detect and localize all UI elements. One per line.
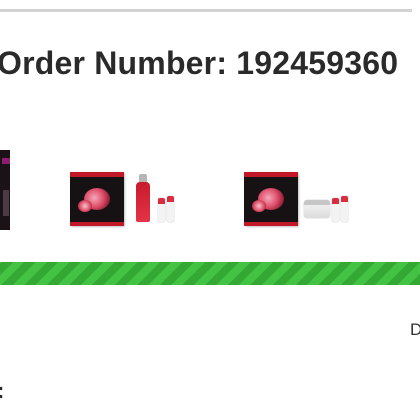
order-number-heading: Order Number: 192459360	[0, 45, 399, 81]
gift-box-band	[70, 172, 124, 177]
gift-box	[70, 172, 124, 226]
gift-box-band	[244, 172, 298, 177]
cream-jar-icon	[304, 200, 330, 218]
gift-box-band	[244, 222, 298, 226]
serum-bottle-icon	[136, 174, 150, 222]
top-divider	[0, 9, 412, 12]
product-image-3[interactable]	[240, 168, 358, 230]
tube-icon	[341, 196, 348, 222]
product-box-accent	[2, 158, 10, 164]
field-label-partial: :	[0, 378, 4, 404]
product-image-2[interactable]	[66, 168, 184, 230]
flower-graphic	[78, 200, 92, 212]
order-progress-bar	[0, 262, 420, 285]
flower-graphic	[252, 200, 266, 212]
tube-icon	[332, 198, 339, 222]
gift-box-band	[70, 222, 124, 226]
status-label-partial: D	[410, 320, 420, 339]
tube-icon	[167, 196, 174, 222]
tube-icon	[158, 198, 165, 222]
order-progress-fill	[0, 262, 420, 285]
gift-box	[244, 172, 298, 226]
product-image-1[interactable]	[0, 150, 12, 230]
product-box-accent	[3, 190, 9, 216]
